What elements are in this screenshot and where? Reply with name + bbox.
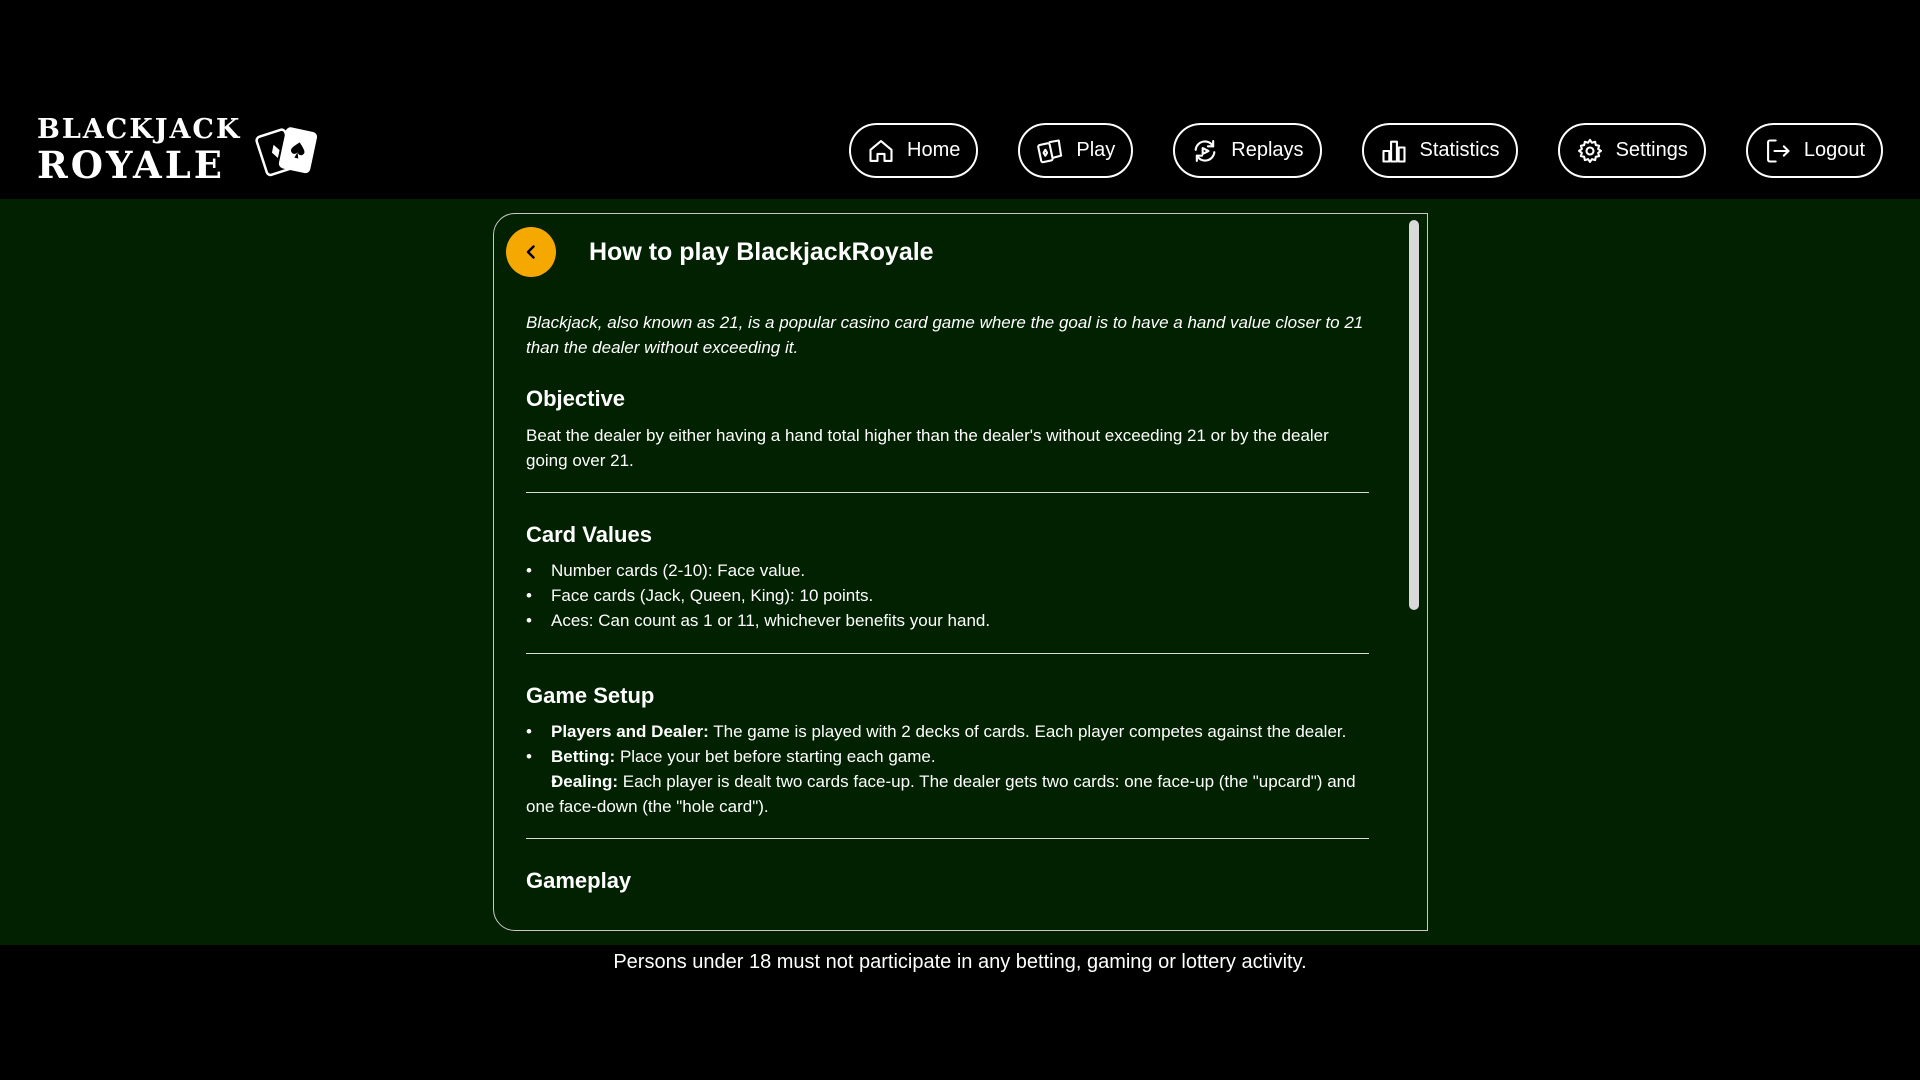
- nav-settings-button[interactable]: Settings: [1557, 123, 1706, 178]
- main-nav: Home Play Replays Statistics Settings Lo…: [849, 123, 1883, 178]
- nav-home-label: Home: [907, 139, 961, 161]
- nav-play-label: Play: [1076, 139, 1116, 161]
- bar-chart-icon: [1381, 140, 1406, 163]
- game-setup-heading: Game Setup: [526, 683, 655, 708]
- back-button[interactable]: [506, 227, 556, 277]
- list-item: Aces: Can count as 1 or 11, whichever be…: [526, 608, 1369, 633]
- chevron-left-icon: [526, 245, 535, 259]
- nav-settings-label: Settings: [1615, 139, 1688, 161]
- nav-home-button[interactable]: Home: [849, 123, 979, 178]
- brand-line-1: BLACKJACK: [37, 114, 242, 145]
- cards-icon: [1037, 138, 1063, 163]
- nav-replays-label: Replays: [1231, 139, 1304, 161]
- main-area: How to play BlackjackRoyale Blackjack, a…: [0, 199, 1920, 945]
- gear-icon: [1577, 138, 1602, 163]
- brand-line-2: ROYALE: [37, 143, 225, 187]
- nav-statistics-button[interactable]: Statistics: [1361, 123, 1518, 178]
- replay-icon: [1194, 139, 1216, 162]
- top-bar: BLACKJACK ROYALE Home Play Replays Stati…: [0, 0, 1920, 199]
- intro-text: Blackjack, also known as 21, is a popula…: [526, 313, 1364, 357]
- scrollbar[interactable]: [1409, 220, 1419, 926]
- list-item-label: Dealing:: [551, 772, 619, 791]
- rules-content: Blackjack, also known as 21, is a popula…: [526, 310, 1369, 898]
- page-title: How to play BlackjackRoyale: [589, 238, 934, 266]
- list-item-label: Players and Dealer:: [551, 722, 709, 741]
- nav-logout-label: Logout: [1803, 139, 1865, 161]
- list-item-label: Betting:: [551, 747, 616, 766]
- section-divider: [526, 838, 1369, 839]
- gameplay-heading: Gameplay: [526, 868, 632, 893]
- card-values-list: Number cards (2-10): Face value. Face ca…: [526, 558, 1369, 633]
- section-divider: [526, 492, 1369, 493]
- home-icon: [869, 139, 893, 162]
- nav-replays-button[interactable]: Replays: [1173, 123, 1322, 178]
- brand-logo[interactable]: BLACKJACK ROYALE: [37, 116, 319, 184]
- list-item: Face cards (Jack, Queen, King): 10 point…: [526, 583, 1369, 608]
- playing-cards-icon: [255, 122, 319, 178]
- nav-statistics-label: Statistics: [1419, 139, 1500, 161]
- list-item-text: The game is played with 2 decks of cards…: [708, 722, 1347, 741]
- footer: Persons under 18 must not participate in…: [0, 945, 1920, 1080]
- how-to-play-panel[interactable]: How to play BlackjackRoyale Blackjack, a…: [493, 213, 1428, 931]
- list-item: Number cards (2-10): Face value.: [526, 558, 1369, 583]
- list-item: Betting: Place your bet before starting …: [526, 744, 1369, 769]
- objective-heading: Objective: [526, 386, 626, 411]
- scrollbar-thumb[interactable]: [1409, 220, 1419, 610]
- list-item: Dealing: Each player is dealt two cards …: [526, 769, 1369, 819]
- list-item-text: Each player is dealt two cards face-up. …: [526, 772, 1356, 816]
- objective-text: Beat the dealer by either having a hand …: [526, 426, 1329, 470]
- list-item-text: Place your bet before starting each game…: [615, 747, 936, 766]
- list-item: Players and Dealer: The game is played w…: [526, 719, 1369, 744]
- game-setup-list: Players and Dealer: The game is played w…: [526, 719, 1369, 819]
- age-disclaimer: Persons under 18 must not participate in…: [613, 951, 1307, 973]
- card-values-heading: Card Values: [526, 522, 652, 547]
- logout-icon: [1766, 138, 1790, 163]
- nav-play-button[interactable]: Play: [1018, 123, 1134, 178]
- nav-logout-button[interactable]: Logout: [1745, 123, 1883, 178]
- section-divider: [526, 653, 1369, 654]
